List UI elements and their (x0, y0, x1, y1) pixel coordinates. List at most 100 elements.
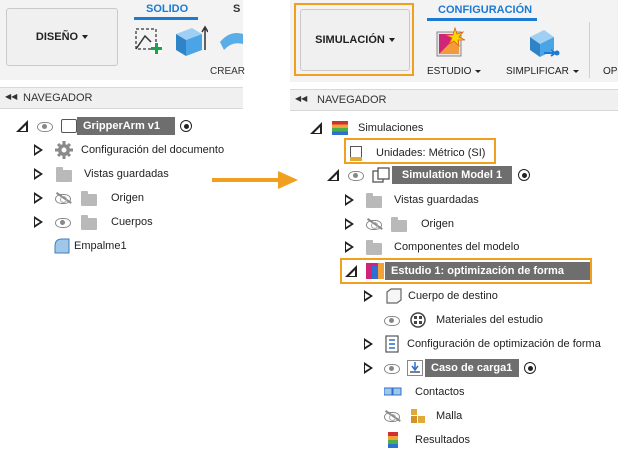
eye-hidden-icon[interactable] (366, 217, 383, 230)
left-navigator-bar: ◀◀ NAVEGADOR (0, 87, 243, 109)
collapsed-triangle-icon[interactable] (345, 241, 354, 253)
workspace-highlight-box (294, 3, 414, 76)
tab-configuracion-underline (427, 18, 537, 21)
collapsed-triangle-icon[interactable] (364, 338, 373, 350)
tree-item-label: Configuración de optimización de forma (407, 338, 601, 350)
tree-item[interactable]: Origen (34, 188, 144, 208)
expanded-triangle-icon[interactable] (327, 169, 339, 181)
tree-item-label: Contactos (415, 386, 465, 398)
tree-item[interactable]: Componentes del modelo (345, 237, 519, 257)
folder-icon (366, 192, 382, 208)
collapsed-triangle-icon[interactable] (364, 290, 373, 302)
load-case-row[interactable]: Caso de carga1 (364, 358, 536, 378)
load-case-icon (407, 360, 423, 376)
load-case-label[interactable]: Caso de carga1 (425, 359, 519, 377)
optimization-settings-icon (385, 335, 401, 353)
revolve-icon[interactable] (218, 28, 243, 54)
tree-item-label: Vistas guardadas (84, 168, 169, 180)
collapsed-triangle-icon[interactable] (34, 192, 43, 204)
study-highlight-box (340, 258, 592, 284)
component-icon (61, 119, 77, 133)
eye-hidden-icon[interactable] (55, 191, 72, 204)
create-sketch-icon[interactable] (133, 26, 163, 56)
design-workspace-label: DISEÑO (35, 31, 79, 43)
mesh-icon (410, 408, 426, 424)
tab-partial[interactable]: S (233, 3, 240, 15)
tree-item[interactable]: Cuerpos (34, 212, 153, 232)
tree-item[interactable]: Origen (345, 214, 454, 234)
eye-icon[interactable] (384, 315, 400, 326)
folder-icon (81, 190, 97, 206)
tree-root-label[interactable]: GripperArm v1 (77, 117, 175, 135)
collapsed-triangle-icon[interactable] (34, 168, 43, 180)
tree-item[interactable]: Configuración de optimización de forma (364, 334, 601, 354)
collapsed-triangle-icon[interactable] (34, 216, 43, 228)
extrude-icon[interactable] (172, 24, 209, 58)
partial-tool-label[interactable]: OP (603, 66, 617, 77)
eye-icon[interactable] (37, 121, 53, 132)
collapsed-triangle-icon[interactable] (345, 194, 354, 206)
expanded-triangle-icon[interactable] (16, 120, 28, 132)
folder-icon (366, 239, 382, 255)
fillet-icon (54, 238, 70, 254)
eye-icon[interactable] (348, 170, 364, 181)
eye-icon[interactable] (55, 217, 71, 228)
tree-item-label: Componentes del modelo (394, 241, 520, 253)
create-menu-label[interactable]: CREAR (210, 66, 245, 77)
study-menu[interactable]: ESTUDIO (427, 66, 482, 77)
simplify-menu-label: SIMPLIFICAR (506, 66, 569, 77)
collapsed-triangle-icon[interactable] (345, 218, 354, 230)
simulations-icon (332, 121, 348, 135)
tab-solido[interactable]: SOLIDO (146, 3, 188, 15)
model-row[interactable]: Simulation Model 1 (327, 165, 530, 185)
collapsed-triangle-icon[interactable] (34, 144, 43, 156)
activate-radio-icon[interactable] (180, 120, 192, 132)
tree-item[interactable]: Malla (384, 406, 462, 426)
activate-radio-icon[interactable] (524, 362, 536, 374)
tree-item-label: Origen (111, 192, 145, 204)
chevron-down-icon (82, 35, 89, 39)
folder-icon (391, 216, 407, 232)
collapsed-triangle-icon[interactable] (364, 362, 373, 374)
tab-configuracion[interactable]: CONFIGURACIÓN (438, 4, 532, 16)
ribbon-divider (589, 22, 590, 78)
tree-root-label: Simulaciones (358, 122, 424, 134)
model-label[interactable]: Simulation Model 1 (392, 166, 512, 184)
expanded-triangle-icon[interactable] (310, 122, 322, 134)
study-menu-label: ESTUDIO (427, 66, 472, 77)
simplify-icon[interactable] (524, 25, 560, 61)
tree-item[interactable]: Resultados (388, 430, 470, 450)
activate-radio-icon[interactable] (518, 169, 530, 181)
tree-item-label: Empalme1 (74, 240, 127, 252)
folder-icon (81, 214, 97, 230)
folder-icon (56, 166, 72, 182)
tree-item-label: Vistas guardadas (394, 194, 479, 206)
tree-item[interactable]: Vistas guardadas (34, 164, 169, 184)
tree-item[interactable]: Materiales del estudio (384, 310, 543, 330)
tree-item-label: Malla (436, 410, 463, 422)
navigator-title: NAVEGADOR (23, 92, 93, 104)
tree-item[interactable]: Vistas guardadas (345, 190, 479, 210)
tree-item[interactable]: Cuerpo de destino (364, 286, 498, 306)
chevron-down-icon (475, 69, 482, 73)
design-workspace-button[interactable]: DISEÑO (6, 8, 118, 66)
navigator-title: NAVEGADOR (317, 94, 387, 106)
tree-item[interactable]: Contactos (383, 382, 465, 402)
collapse-arrows-icon[interactable]: ◀◀ (295, 94, 307, 103)
tree-item-label: Materiales del estudio (436, 314, 544, 326)
transition-arrow (210, 168, 300, 192)
tree-item[interactable]: Configuración del documento (34, 140, 224, 160)
collapse-arrows-icon[interactable]: ◀◀ (5, 92, 17, 101)
tree-item[interactable]: Empalme1 (54, 236, 127, 256)
study-icon[interactable] (433, 26, 467, 60)
simplify-menu[interactable]: SIMPLIFICAR (506, 66, 579, 77)
model-component-icon (372, 167, 390, 183)
tree-item-label: Cuerpos (111, 216, 153, 228)
tree-root-row[interactable]: Simulaciones (310, 118, 423, 138)
eye-icon[interactable] (384, 363, 400, 374)
units-highlight-box (344, 138, 496, 164)
eye-hidden-icon[interactable] (384, 409, 401, 422)
tab-solido-underline (134, 17, 198, 20)
tree-root-row[interactable]: GripperArm v1 (16, 116, 192, 136)
tree-item-label: Origen (421, 218, 455, 230)
